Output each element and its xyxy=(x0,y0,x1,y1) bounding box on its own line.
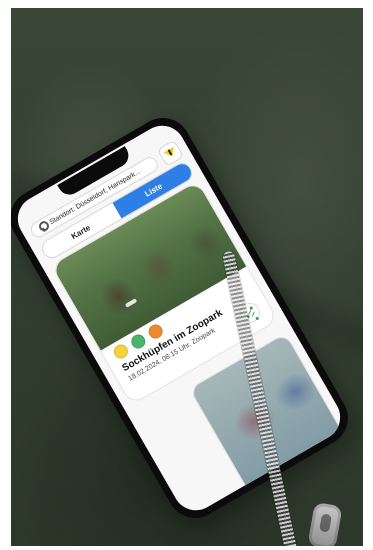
photo-caption xyxy=(124,298,138,308)
photo-frame: Standort: Düsseldorf, Hanspark... Karte … xyxy=(11,8,363,546)
tag-2 xyxy=(128,331,148,352)
photo-scene: Standort: Düsseldorf, Hanspark... Karte … xyxy=(0,0,373,550)
tag-1 xyxy=(111,341,131,362)
filter-icon xyxy=(163,146,178,160)
tag-3 xyxy=(146,321,166,342)
location-pin-icon xyxy=(35,220,49,234)
